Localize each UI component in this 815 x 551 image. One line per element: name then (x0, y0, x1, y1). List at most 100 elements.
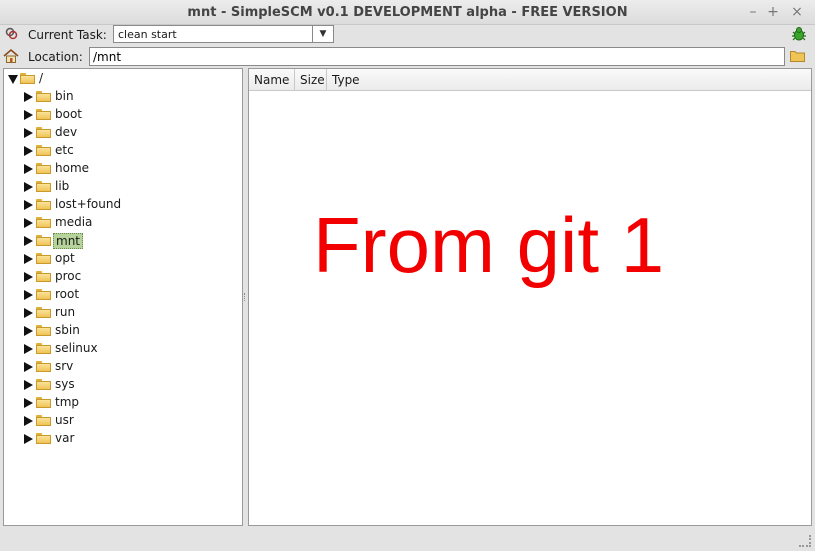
folder-icon (36, 181, 51, 192)
task-icon (5, 27, 18, 40)
expand-arrow-icon[interactable] (24, 434, 33, 444)
tree-item-label: boot (55, 107, 83, 121)
location-input[interactable] (89, 47, 785, 66)
tree-item-selinux[interactable]: selinux (4, 340, 242, 358)
expand-arrow-icon[interactable] (24, 344, 33, 354)
tree-item-label: bin (55, 89, 74, 103)
tree-item-root[interactable]: root (4, 286, 242, 304)
expand-arrow-icon[interactable] (24, 146, 33, 156)
collapse-arrow-icon[interactable] (8, 75, 18, 84)
folder-icon (36, 343, 51, 354)
tree-item-label: var (55, 431, 75, 445)
tree-item-srv[interactable]: srv (4, 358, 242, 376)
location-label: Location: (28, 50, 83, 64)
tree-item-label: run (55, 305, 76, 319)
expand-arrow-icon[interactable] (24, 218, 33, 228)
tree-item-sbin[interactable]: sbin (4, 322, 242, 340)
tree-item-label: lib (55, 179, 70, 193)
home-icon (3, 48, 19, 64)
tree-item-lib[interactable]: lib (4, 178, 242, 196)
expand-arrow-icon[interactable] (24, 164, 33, 174)
task-row: Current Task: clean start ▼ (0, 24, 815, 46)
minimize-button[interactable]: – (744, 3, 762, 21)
tree-item-opt[interactable]: opt (4, 250, 242, 268)
folder-icon (36, 433, 51, 444)
tree-item-label: / (39, 71, 44, 85)
tree-item-etc[interactable]: etc (4, 142, 242, 160)
tree-item-label: srv (55, 359, 74, 373)
folder-icon (36, 271, 51, 282)
bug-icon[interactable] (791, 26, 807, 42)
folder-icon (36, 235, 51, 246)
column-header-name[interactable]: Name (249, 69, 295, 91)
tree-item-root[interactable]: / (4, 70, 242, 88)
column-header-size[interactable]: Size (295, 69, 327, 91)
tree-item-label: opt (55, 251, 75, 265)
folder-icon (20, 73, 35, 84)
tree-item-label: sbin (55, 323, 80, 337)
tree-item-run[interactable]: run (4, 304, 242, 322)
expand-arrow-icon[interactable] (24, 200, 33, 210)
maximize-button[interactable]: + (764, 3, 782, 21)
expand-arrow-icon[interactable] (24, 236, 33, 246)
status-bar (0, 528, 815, 551)
tree-item-proc[interactable]: proc (4, 268, 242, 286)
tree-item-bin[interactable]: bin (4, 88, 242, 106)
folder-icon (36, 217, 51, 228)
open-folder-icon[interactable] (790, 50, 805, 62)
folder-icon (36, 163, 51, 174)
expand-arrow-icon[interactable] (24, 398, 33, 408)
expand-arrow-icon[interactable] (24, 92, 33, 102)
tree-item-tmp[interactable]: tmp (4, 394, 242, 412)
tree-item-label: sys (55, 377, 75, 391)
expand-arrow-icon[interactable] (24, 290, 33, 300)
folder-icon (36, 415, 51, 426)
expand-arrow-icon[interactable] (24, 362, 33, 372)
expand-arrow-icon[interactable] (24, 416, 33, 426)
folder-icon (36, 199, 51, 210)
tree-item-home[interactable]: home (4, 160, 242, 178)
expand-arrow-icon[interactable] (24, 128, 33, 138)
folder-icon (36, 361, 51, 372)
tree-item-label: selinux (55, 341, 98, 355)
folder-icon (36, 325, 51, 336)
expand-arrow-icon[interactable] (24, 380, 33, 390)
directory-tree[interactable]: / bin boot dev etc home lib lost+found media mnt o… (3, 68, 243, 526)
folder-icon (36, 145, 51, 156)
expand-arrow-icon[interactable] (24, 110, 33, 120)
task-label: Current Task: (28, 28, 107, 42)
tree-item-sys[interactable]: sys (4, 376, 242, 394)
expand-arrow-icon[interactable] (24, 254, 33, 264)
tree-item-label: home (55, 161, 90, 175)
tree-item-mnt[interactable]: mnt (4, 232, 242, 250)
tree-item-lost-found[interactable]: lost+found (4, 196, 242, 214)
tree-item-label: media (55, 215, 93, 229)
column-header-type[interactable]: Type (327, 69, 811, 91)
folder-icon (36, 289, 51, 300)
chevron-down-icon[interactable]: ▼ (312, 26, 333, 42)
expand-arrow-icon[interactable] (24, 272, 33, 282)
folder-icon (36, 379, 51, 390)
location-row: Location: (0, 46, 815, 68)
close-button[interactable]: × (788, 3, 806, 21)
tree-item-label: root (55, 287, 80, 301)
expand-arrow-icon[interactable] (24, 308, 33, 318)
file-list[interactable]: Name Size Type (248, 68, 812, 526)
tree-item-label: usr (55, 413, 74, 427)
task-select[interactable]: clean start ▼ (113, 25, 334, 43)
folder-icon (36, 91, 51, 102)
expand-arrow-icon[interactable] (24, 326, 33, 336)
tree-item-label: lost+found (55, 197, 122, 211)
tree-item-media[interactable]: media (4, 214, 242, 232)
tree-item-label: etc (55, 143, 74, 157)
tree-item-usr[interactable]: usr (4, 412, 242, 430)
tree-item-dev[interactable]: dev (4, 124, 242, 142)
expand-arrow-icon[interactable] (24, 182, 33, 192)
tree-item-label: proc (55, 269, 82, 283)
folder-icon (36, 397, 51, 408)
tree-item-boot[interactable]: boot (4, 106, 242, 124)
folder-icon (36, 109, 51, 120)
tree-item-label: dev (55, 125, 78, 139)
tree-item-var[interactable]: var (4, 430, 242, 448)
resize-grip-icon[interactable] (799, 535, 811, 547)
